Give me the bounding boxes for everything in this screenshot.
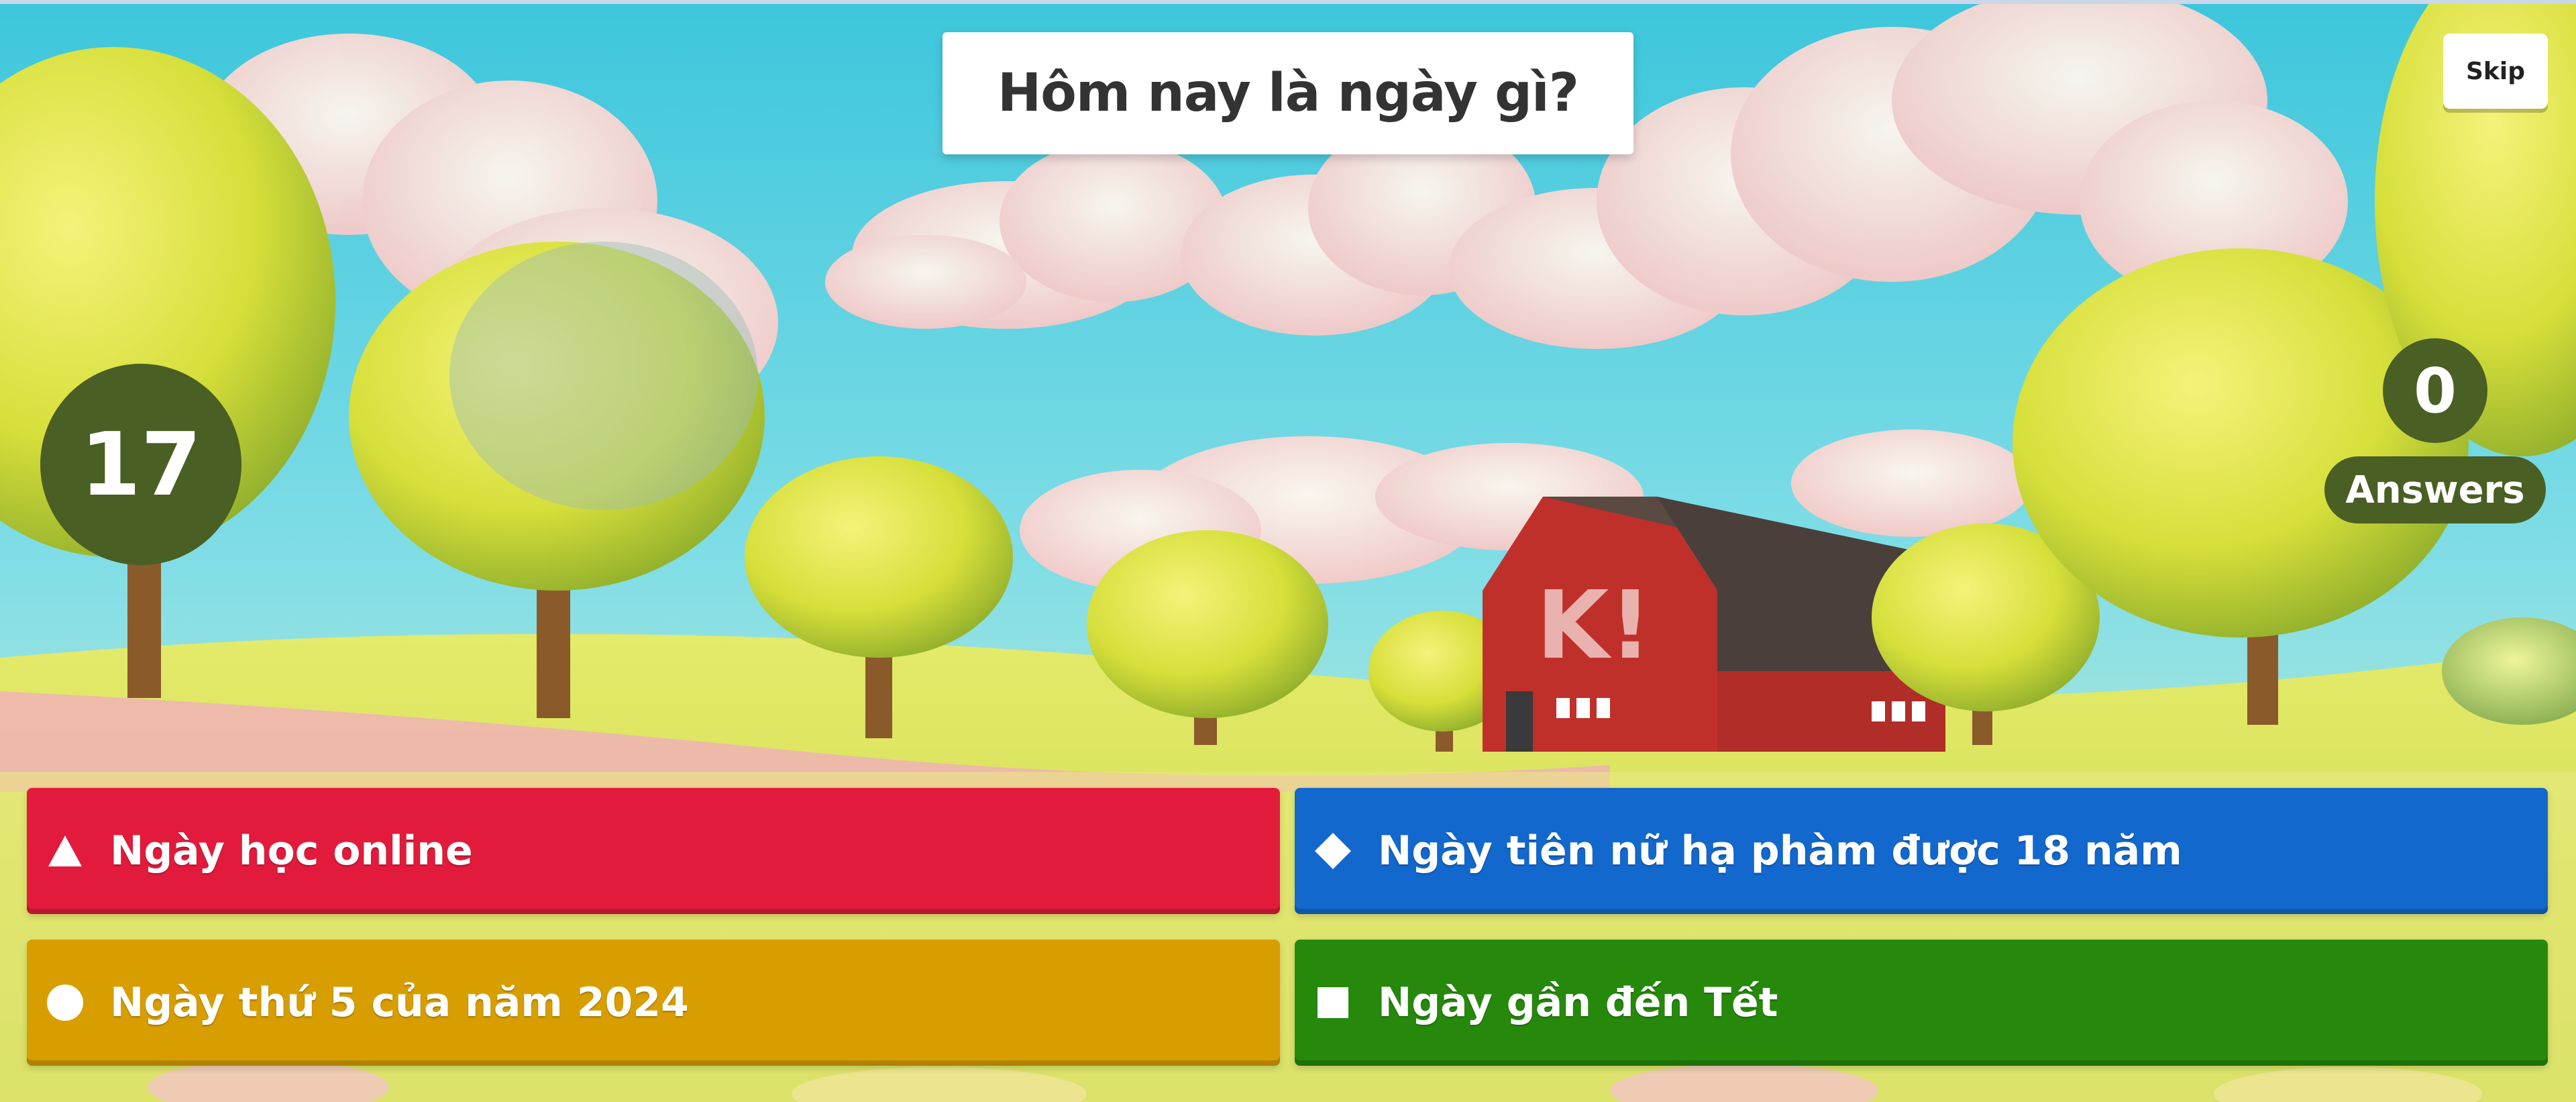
question-text: Hôm nay là ngày gì?: [997, 63, 1579, 123]
diamond-icon: [1313, 832, 1352, 870]
triangle-icon: [46, 832, 85, 870]
svg-text:K!: K!: [1536, 571, 1652, 681]
countdown-timer: 17: [40, 364, 241, 565]
answers-count-value: 0: [2413, 354, 2457, 427]
top-strip: [0, 0, 2576, 4]
answer-option-blue[interactable]: Ngày tiên nữ hạ phàm được 18 năm: [1295, 788, 2548, 914]
circle-icon: [46, 983, 85, 1022]
timer-value: 17: [80, 413, 202, 515]
answer-label: Ngày học online: [110, 828, 473, 874]
answers-label: Answers: [2345, 468, 2525, 512]
square-icon: [1313, 983, 1352, 1022]
skip-button[interactable]: Skip: [2443, 34, 2548, 109]
answer-label: Ngày thứ 5 của năm 2024: [110, 979, 689, 1026]
question-box: Hôm nay là ngày gì?: [943, 32, 1633, 154]
answer-option-green[interactable]: Ngày gần đến Tết: [1295, 940, 2548, 1066]
answer-label: Ngày gần đến Tết: [1378, 979, 1778, 1026]
background-scene: K!: [0, 0, 2576, 1102]
answer-option-red[interactable]: Ngày học online: [27, 788, 1280, 914]
answer-option-yellow[interactable]: Ngày thứ 5 của năm 2024: [27, 940, 1280, 1066]
answer-label: Ngày tiên nữ hạ phàm được 18 năm: [1378, 828, 2182, 874]
answers-label-pill: Answers: [2324, 456, 2546, 523]
answers-counter: 0: [2383, 338, 2487, 443]
